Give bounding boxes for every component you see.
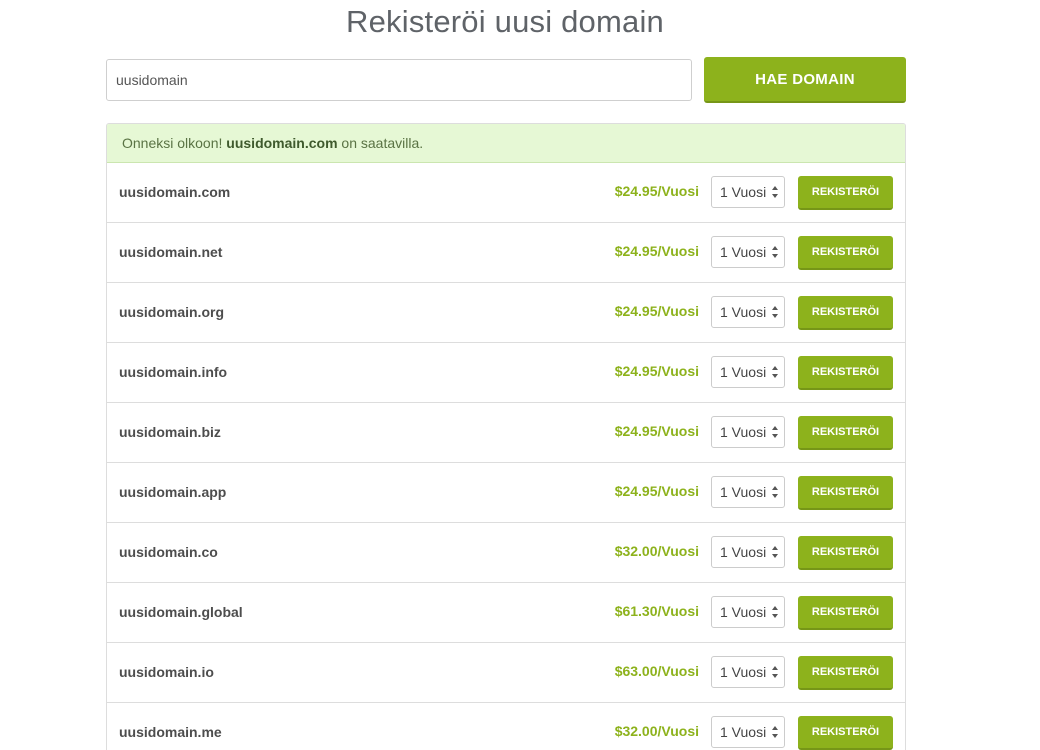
domain-result-row: uusidomain.io $63.00/Vuosi 1 Vuosi REKIS… xyxy=(107,643,905,703)
select-arrows-icon xyxy=(772,546,778,558)
domain-result-row: uusidomain.me $32.00/Vuosi 1 Vuosi REKIS… xyxy=(107,703,905,750)
register-button[interactable]: REKISTERÖI xyxy=(798,356,893,390)
alert-domain: uusidomain.com xyxy=(226,135,338,151)
select-arrows-icon xyxy=(772,306,778,318)
domain-price: $24.95/Vuosi xyxy=(614,363,699,379)
domain-result-row: uusidomain.org $24.95/Vuosi 1 Vuosi REKI… xyxy=(107,283,905,343)
period-value: 1 Vuosi xyxy=(720,424,767,440)
domain-name: uusidomain.co xyxy=(119,544,218,560)
select-arrows-icon xyxy=(772,366,778,378)
period-value: 1 Vuosi xyxy=(720,724,767,740)
select-arrows-icon xyxy=(772,726,778,738)
register-button[interactable]: REKISTERÖI xyxy=(798,656,893,690)
page-title: Rekisteröi uusi domain xyxy=(346,4,664,39)
period-value: 1 Vuosi xyxy=(720,304,767,320)
period-select[interactable]: 1 Vuosi xyxy=(711,296,785,328)
register-button[interactable]: REKISTERÖI xyxy=(798,176,893,210)
select-arrows-icon xyxy=(772,486,778,498)
period-value: 1 Vuosi xyxy=(720,544,767,560)
domain-price: $24.95/Vuosi xyxy=(614,303,699,319)
availability-alert: Onneksi olkoon! uusidomain.com on saatav… xyxy=(107,124,905,163)
domain-price: $24.95/Vuosi xyxy=(614,183,699,199)
domain-name: uusidomain.com xyxy=(119,184,231,200)
register-button[interactable]: REKISTERÖI xyxy=(798,716,893,750)
results-panel: Onneksi olkoon! uusidomain.com on saatav… xyxy=(106,123,906,750)
domain-price: $63.00/Vuosi xyxy=(614,663,699,679)
period-select[interactable]: 1 Vuosi xyxy=(711,716,785,748)
period-value: 1 Vuosi xyxy=(720,484,767,500)
domain-result-row: uusidomain.info $24.95/Vuosi 1 Vuosi REK… xyxy=(107,343,905,403)
domain-name: uusidomain.org xyxy=(119,304,224,320)
period-select[interactable]: 1 Vuosi xyxy=(711,356,785,388)
period-select[interactable]: 1 Vuosi xyxy=(711,236,785,268)
search-domain-button[interactable]: HAE DOMAIN xyxy=(704,57,906,103)
alert-suffix: on saatavilla. xyxy=(337,135,424,151)
register-button[interactable]: REKISTERÖI xyxy=(798,416,893,450)
register-button[interactable]: REKISTERÖI xyxy=(798,596,893,630)
domain-name: uusidomain.info xyxy=(119,364,228,380)
period-value: 1 Vuosi xyxy=(720,364,767,380)
domain-name: uusidomain.io xyxy=(119,664,214,680)
select-arrows-icon xyxy=(772,606,778,618)
domain-result-row: uusidomain.net $24.95/Vuosi 1 Vuosi REKI… xyxy=(107,223,905,283)
domain-name: uusidomain.app xyxy=(119,484,227,500)
domain-search-page: Rekisteröi uusi domain HAE DOMAIN Onneks… xyxy=(0,0,1040,750)
domain-name: uusidomain.net xyxy=(119,244,223,260)
domain-name: uusidomain.global xyxy=(119,604,243,620)
domain-price: $24.95/Vuosi xyxy=(614,243,699,259)
domain-result-row: uusidomain.com $24.95/Vuosi 1 Vuosi REKI… xyxy=(107,163,905,223)
period-select[interactable]: 1 Vuosi xyxy=(711,536,785,568)
select-arrows-icon xyxy=(772,186,778,198)
register-button[interactable]: REKISTERÖI xyxy=(798,476,893,510)
register-button[interactable]: REKISTERÖI xyxy=(798,236,893,270)
domain-result-row: uusidomain.biz $24.95/Vuosi 1 Vuosi REKI… xyxy=(107,403,905,463)
domain-result-row: uusidomain.global $61.30/Vuosi 1 Vuosi R… xyxy=(107,583,905,643)
alert-prefix: Onneksi olkoon! xyxy=(122,135,227,151)
period-select[interactable]: 1 Vuosi xyxy=(711,596,785,628)
domain-price: $32.00/Vuosi xyxy=(614,723,699,739)
domain-price: $24.95/Vuosi xyxy=(614,423,699,439)
domain-name: uusidomain.biz xyxy=(119,424,221,440)
period-value: 1 Vuosi xyxy=(720,604,767,620)
domain-name: uusidomain.me xyxy=(119,724,222,740)
select-arrows-icon xyxy=(772,666,778,678)
period-select[interactable]: 1 Vuosi xyxy=(711,176,785,208)
domain-search-input[interactable] xyxy=(106,59,692,101)
select-arrows-icon xyxy=(772,426,778,438)
domain-result-row: uusidomain.app $24.95/Vuosi 1 Vuosi REKI… xyxy=(107,463,905,523)
register-button[interactable]: REKISTERÖI xyxy=(798,536,893,570)
period-value: 1 Vuosi xyxy=(720,184,767,200)
domain-price: $24.95/Vuosi xyxy=(614,483,699,499)
register-button[interactable]: REKISTERÖI xyxy=(798,296,893,330)
period-select[interactable]: 1 Vuosi xyxy=(711,656,785,688)
period-value: 1 Vuosi xyxy=(720,664,767,680)
period-select[interactable]: 1 Vuosi xyxy=(711,416,785,448)
domain-result-row: uusidomain.co $32.00/Vuosi 1 Vuosi REKIS… xyxy=(107,523,905,583)
period-select[interactable]: 1 Vuosi xyxy=(711,476,785,508)
period-value: 1 Vuosi xyxy=(720,244,767,260)
domain-price: $32.00/Vuosi xyxy=(614,543,699,559)
select-arrows-icon xyxy=(772,246,778,258)
domain-price: $61.30/Vuosi xyxy=(614,603,699,619)
